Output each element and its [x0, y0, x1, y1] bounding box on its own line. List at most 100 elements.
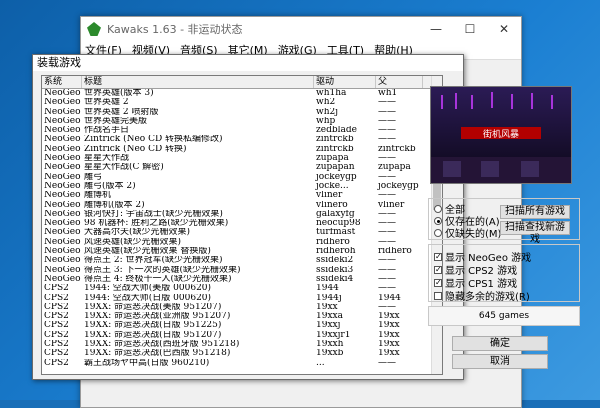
row-driver: jockeygp	[316, 172, 357, 182]
table-row[interactable]: CPS2 19XX: 命运恶决战(日版 951225) 19xxj 19xx	[42, 321, 442, 330]
row-driver: 19xxb	[316, 349, 344, 359]
row-driver: zupapa	[316, 154, 349, 164]
row-driver: ...	[316, 358, 325, 368]
table-row[interactable]: NeoGeo 世界英雄 2 喷射版 wh2j ——	[42, 108, 442, 117]
table-row[interactable]: CPS2 19XX: 命运恶决战(美版 951207) 19xx ——	[42, 303, 442, 312]
game-list[interactable]: 系统 标题 驱动 父 NeoGeo 世界英雄(版本 3) wh1ha wh1 NeoGe…	[41, 75, 443, 375]
table-row[interactable]: NeoGeo Zintrick (Neo CD 转换) zintrckb zintrc…	[42, 145, 442, 154]
row-driver: vliner	[316, 191, 343, 201]
table-row[interactable]: CPS2 19XX: 命运恶决战(亚洲版 951207) 19xxa 19xx	[42, 312, 442, 321]
radio-available[interactable]	[434, 216, 442, 225]
table-row[interactable]: NeoGeo 星星大作战 zupapa ——	[42, 154, 442, 163]
row-system: NeoGeo	[44, 237, 81, 247]
table-row[interactable]: NeoGeo 得点王 2: 世界冠军(缺少光栅效果) ssideki2 ——	[42, 256, 442, 265]
row-title: 19XX: 命运恶决战(日版 951225)	[84, 321, 222, 331]
table-row[interactable]: NeoGeo 风速英雄(缺少光栅效果 替换版) ridheroh ridhero	[42, 247, 442, 256]
filter-missing-option[interactable]: 仅缺失的(M)	[434, 225, 501, 240]
row-driver: 1944	[316, 284, 339, 294]
close-button[interactable]: ✕	[487, 17, 521, 41]
row-system: NeoGeo	[44, 154, 81, 164]
table-row[interactable]: CPS2 19XX: 命运恶决战(巴西版 951218) 19xxb 19xx	[42, 349, 442, 358]
row-driver: ssideki3	[316, 265, 354, 275]
table-row[interactable]: NeoGeo 雕弓 jockeygp ——	[42, 173, 442, 182]
main-title-bar: Kawaks 1.63 - 非运动状态 — ☐ ✕	[81, 17, 521, 41]
table-row[interactable]: CPS2 19XX: 命运恶决战(日版 951207) 19xxjr1 19xx	[42, 331, 442, 340]
hide-extra-label: 隐藏多余的游戏(R)	[445, 292, 530, 303]
row-parent: ——	[378, 116, 396, 126]
row-driver: 19xxa	[316, 312, 343, 322]
row-parent: ridhero	[378, 247, 412, 257]
table-row[interactable]: NeoGeo 银河快打: 宇宙战士(缺少光栅效果) galaxyfg ——	[42, 210, 442, 219]
table-row[interactable]: NeoGeo 世界英雄(版本 3) wh1ha wh1	[42, 89, 442, 98]
row-title: Zintrick (Neo CD 转换)	[84, 144, 187, 154]
column-header-parent[interactable]: 父	[376, 76, 423, 88]
row-system: CPS2	[44, 321, 69, 331]
table-row[interactable]: CPS2 1944: 空战大师(美版 000620) 1944 ——	[42, 284, 442, 293]
dialog-title: 装载游戏	[33, 55, 463, 71]
row-parent: ——	[378, 126, 396, 136]
row-system: NeoGeo	[44, 200, 81, 210]
table-row[interactable]: NeoGeo 98 机器杯: 胜利之路(缺少光栅效果) neocup98 ——	[42, 219, 442, 228]
row-system: NeoGeo	[44, 126, 81, 136]
checkbox-cps2[interactable]: ✓	[434, 265, 442, 274]
checkbox-cps1[interactable]: ✓	[434, 278, 442, 287]
table-row[interactable]: NeoGeo 世界英雄完美版 whp ——	[42, 117, 442, 126]
row-title: 得点王 3: 下一次的英雄(缺少光栅效果)	[84, 265, 241, 275]
table-row[interactable]: NeoGeo 作战名手日 zedblade ——	[42, 126, 442, 135]
table-row[interactable]: NeoGeo 雕弓(版本 2) jocke... jockeygp	[42, 182, 442, 191]
row-title: 风速英雄(缺少光栅效果 替换版)	[84, 247, 211, 257]
scan-all-button[interactable]: 扫描所有游戏	[500, 205, 570, 219]
row-system: CPS2	[44, 293, 69, 303]
row-title: 1944: 空战大师(美版 000620)	[84, 284, 212, 294]
table-row[interactable]: NeoGeo 得点王 3: 下一次的英雄(缺少光栅效果) ssideki3 ——	[42, 266, 442, 275]
table-row[interactable]: NeoGeo 得点王 4: 终极十一人(缺少光栅效果) ssideki4 ——	[42, 275, 442, 284]
radio-missing[interactable]	[434, 228, 442, 237]
table-row[interactable]: NeoGeo 雕博机 vliner ——	[42, 191, 442, 200]
minimize-button[interactable]: —	[419, 17, 453, 41]
checkbox-hide-extra[interactable]	[434, 291, 442, 300]
row-title: 19XX: 命运恶决战(西班牙版 951218)	[84, 340, 240, 350]
row-system: CPS2	[44, 330, 69, 340]
row-title: 大器高尔夫(缺少光栅效果)	[84, 228, 191, 238]
table-row[interactable]: NeoGeo 风速英雄(缺少光栅效果) ridhero ——	[42, 238, 442, 247]
table-row[interactable]: NeoGeo 世界英雄 2 wh2 ——	[42, 98, 442, 107]
checkbox-neogeo[interactable]: ✓	[434, 252, 442, 261]
row-parent: ——	[378, 237, 396, 247]
row-system: NeoGeo	[44, 219, 81, 229]
ok-button[interactable]: 确定	[452, 336, 548, 351]
table-row[interactable]: NeoGeo Zintrick (Neo CD 转换私编修改) zintrckb ——	[42, 135, 442, 144]
row-title: 世界英雄(版本 3)	[84, 89, 154, 98]
row-driver: 1944j	[316, 293, 342, 303]
table-row[interactable]: CPS2 19XX: 命运恶决战(西班牙版 951218) 19xxh 19xx	[42, 340, 442, 349]
column-header-title[interactable]: 标题	[82, 76, 314, 88]
row-title: 世界英雄 2 喷射版	[84, 107, 159, 117]
row-system: NeoGeo	[44, 265, 81, 275]
row-parent: ——	[378, 172, 396, 182]
column-header-system[interactable]: 系统	[42, 76, 82, 88]
table-row[interactable]: CPS2 1944: 空战大师(日版 000620) 1944j 1944	[42, 294, 442, 303]
table-row[interactable]: CPS2 霸王战场ヤ中高(日版 960210)... ——	[42, 359, 442, 368]
row-system: NeoGeo	[44, 89, 81, 98]
row-title: 世界英雄 2	[84, 98, 129, 108]
hide-extra-option[interactable]: 隐藏多余的游戏(R)	[434, 288, 530, 303]
maximize-button[interactable]: ☐	[453, 17, 487, 41]
row-title: 雕博机(版本 2)	[84, 200, 145, 210]
column-header-driver[interactable]: 驱动	[314, 76, 376, 88]
row-title: 世界英雄完美版	[84, 116, 148, 126]
row-driver: turfmast	[316, 228, 356, 238]
table-row[interactable]: NeoGeo 大器高尔夫(缺少光栅效果) turfmast ——	[42, 228, 442, 237]
row-parent: ——	[378, 209, 396, 219]
row-driver: zupapan	[316, 163, 355, 173]
rescan-button[interactable]: 扫描查找新游戏	[500, 221, 570, 245]
row-parent: ——	[378, 284, 396, 294]
row-parent: ——	[378, 228, 396, 238]
game-list-header: 系统 标题 驱动 父	[42, 76, 442, 89]
table-row[interactable]: NeoGeo 星星大作战(C 解密) zupapan zupapa	[42, 163, 442, 172]
row-title: 雕弓(版本 2)	[84, 181, 136, 191]
cancel-button[interactable]: 取消	[452, 354, 548, 369]
row-system: CPS2	[44, 302, 69, 312]
radio-all[interactable]	[434, 204, 442, 213]
table-row[interactable]: NeoGeo 雕博机(版本 2) vlinero vliner	[42, 201, 442, 210]
row-driver: 19xxh	[316, 340, 344, 350]
row-parent: ——	[378, 302, 396, 312]
